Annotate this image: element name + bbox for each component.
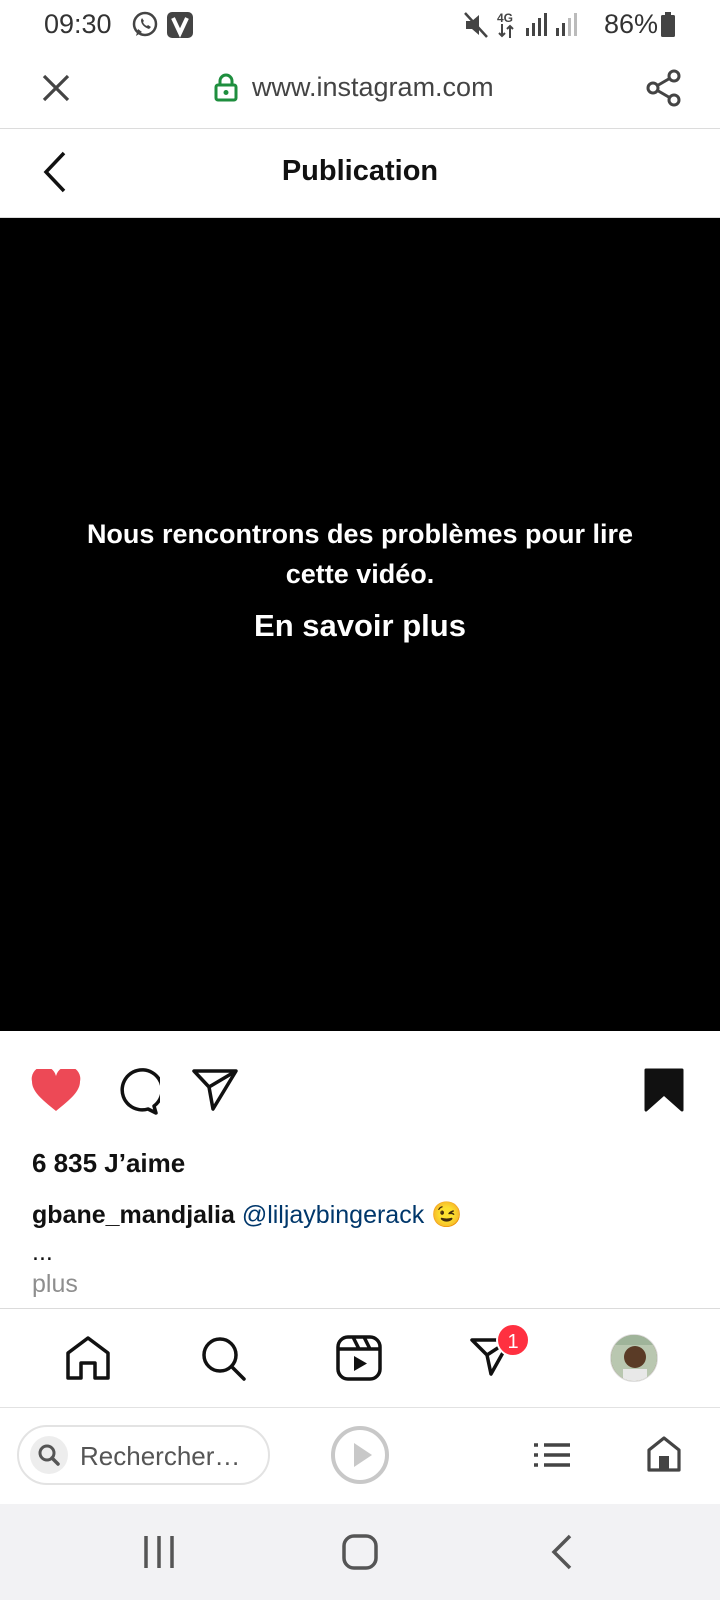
battery-percent: 86% (604, 9, 659, 39)
mute-icon (462, 10, 490, 40)
vpn-v-icon (165, 10, 195, 40)
bookmark-icon[interactable] (644, 1068, 684, 1112)
like-heart-icon[interactable] (31, 1069, 81, 1113)
learn-more-link[interactable]: En savoir plus (0, 608, 720, 644)
post-actions (0, 1031, 720, 1131)
play-icon[interactable] (330, 1425, 390, 1485)
browser-address-bar: www.instagram.com (0, 50, 720, 129)
share-icon[interactable] (644, 68, 684, 108)
browser-home-icon[interactable] (646, 1436, 682, 1472)
status-time: 09:30 (44, 9, 112, 39)
status-bar: 09:30 4G 86% (0, 0, 720, 50)
network-type: 4G (497, 12, 515, 38)
whatsapp-icon (130, 10, 160, 40)
home-icon[interactable] (64, 1335, 112, 1381)
signal-icon (524, 12, 584, 38)
caption-username[interactable]: gbane_mandjalia (32, 1201, 235, 1229)
caption-ellipsis: ... (32, 1238, 53, 1266)
android-navigation-bar (0, 1504, 720, 1600)
direct-notification-badge: 1 (496, 1323, 530, 1357)
reels-icon[interactable] (336, 1335, 382, 1381)
lock-icon (214, 72, 238, 102)
page-title: Publication (281, 155, 439, 187)
caption-mention[interactable]: @liljaybingerack (242, 1201, 424, 1229)
page-header: Publication (0, 129, 720, 218)
search-icon[interactable] (200, 1335, 248, 1383)
url-text[interactable]: www.instagram.com (252, 72, 494, 103)
wink-emoji: 😉 (431, 1201, 463, 1229)
android-back-icon[interactable] (550, 1534, 574, 1570)
caption-more-link[interactable]: plus (32, 1270, 78, 1299)
search-icon (29, 1435, 69, 1475)
profile-avatar[interactable] (610, 1334, 658, 1382)
comment-icon[interactable] (112, 1068, 160, 1116)
share-send-icon[interactable] (192, 1068, 238, 1112)
close-icon[interactable] (40, 72, 72, 104)
likes-count[interactable]: 6 835 J’aime (32, 1148, 185, 1179)
search-placeholder[interactable]: Rechercher… (80, 1441, 240, 1472)
menu-list-icon[interactable] (532, 1442, 572, 1468)
recent-apps-icon[interactable] (142, 1536, 176, 1568)
battery-icon (660, 12, 676, 38)
video-error-message: Nous rencontrons des problèmes pour lire… (86, 519, 634, 589)
post-caption: gbane_mandjalia @liljaybingerack 😉 (32, 1201, 462, 1230)
android-home-icon[interactable] (342, 1534, 378, 1570)
video-player[interactable]: Nous rencontrons des problèmes pour lire… (0, 218, 720, 1031)
